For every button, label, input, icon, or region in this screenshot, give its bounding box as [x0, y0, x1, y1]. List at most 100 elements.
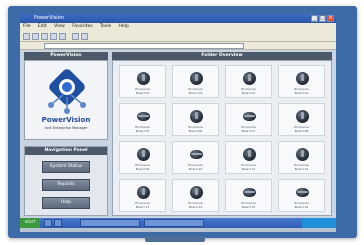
drive-icon — [137, 72, 150, 85]
folder-tile[interactable]: Enclosure Board 09 — [119, 141, 166, 174]
reports-button[interactable]: Reports — [42, 179, 90, 191]
folder-tile-label: Enclosure Board 12 — [279, 163, 324, 171]
window-title: PowerVision — [34, 15, 65, 21]
menu-bar: File Edit View Favorites Tools Help — [20, 23, 336, 31]
quicklaunch-icon[interactable] — [44, 219, 52, 227]
tile-label-line2: Board 11 — [241, 166, 256, 171]
folder-tile[interactable]: Enclosure Board 02 — [172, 65, 219, 98]
tile-label-line2: Board 10 — [188, 166, 203, 171]
menu-view[interactable]: View — [54, 24, 65, 29]
navigation-panel: Navigation Panel System Status Reports H… — [24, 146, 108, 216]
powervision-logo-icon — [48, 69, 86, 114]
folder-tile[interactable]: Enclosure Board 08 — [278, 103, 325, 136]
tile-label-line2: Board 07 — [241, 128, 256, 133]
maximize-icon[interactable]: □ — [319, 15, 326, 22]
screen: PowerVision _ □ × File Edit View Favorit… — [20, 14, 336, 232]
drive-icon — [243, 72, 256, 85]
back-icon[interactable] — [23, 33, 30, 40]
folder-tile[interactable]: Enclosure Board 14 — [172, 179, 219, 212]
folder-tile[interactable]: Enclosure Board 04 — [278, 65, 325, 98]
folder-tile[interactable]: Enclosure Board 16 — [278, 179, 325, 212]
drive-icon — [296, 72, 309, 85]
drive-icon — [137, 112, 150, 121]
taskbar: start — [20, 218, 336, 228]
menu-edit[interactable]: Edit — [38, 24, 47, 29]
drive-icon — [296, 188, 309, 197]
home-icon[interactable] — [59, 33, 66, 40]
folder-tile[interactable]: Enclosure Board 06 — [172, 103, 219, 136]
navigation-header: Navigation Panel — [25, 147, 107, 155]
folder-overview: Enclosure Board 01 Enclosure Board 02 Enclos… — [112, 60, 332, 216]
favorites-icon[interactable] — [81, 33, 88, 40]
taskbar-window-button[interactable] — [80, 219, 140, 227]
folder-tile-label: Enclosure Board 13 — [120, 201, 165, 209]
system-tray — [302, 218, 336, 228]
system-status-button[interactable]: System Status — [42, 161, 90, 173]
folder-tile[interactable]: Enclosure Board 12 — [278, 141, 325, 174]
close-icon[interactable]: × — [327, 15, 334, 22]
folder-tile-label: Enclosure Board 04 — [279, 87, 324, 95]
drive-icon — [243, 112, 256, 121]
drive-icon — [190, 72, 203, 85]
drive-icon — [296, 148, 309, 161]
tile-label-line2: Board 08 — [294, 128, 309, 133]
folder-tile[interactable]: Enclosure Board 05 — [119, 103, 166, 136]
folder-tile[interactable]: Enclosure Board 13 — [119, 179, 166, 212]
folder-tile-label: Enclosure Board 10 — [173, 163, 218, 171]
drive-icon — [137, 148, 150, 161]
drive-icon — [296, 110, 309, 123]
forward-icon[interactable] — [32, 33, 39, 40]
logo-title: PowerVision — [41, 116, 91, 124]
folder-tile[interactable]: Enclosure Board 01 — [119, 65, 166, 98]
folder-tile[interactable]: Enclosure Board 11 — [225, 141, 272, 174]
logo-subtitle: Unit Enterprise Manager — [44, 126, 88, 130]
monitor-stand — [145, 236, 205, 242]
window-titlebar[interactable]: PowerVision _ □ × — [20, 14, 336, 23]
toolbar — [20, 31, 336, 42]
tile-label-line2: Board 05 — [135, 128, 150, 133]
menu-tools[interactable]: Tools — [100, 24, 111, 29]
tile-label-line2: Board 04 — [294, 90, 309, 95]
left-pane: PowerVision PowerVision Unit Enterprise … — [24, 52, 108, 216]
drive-icon — [243, 148, 256, 161]
search-icon[interactable] — [72, 33, 79, 40]
folder-tile[interactable]: Enclosure Board 15 — [225, 179, 272, 212]
menu-file[interactable]: File — [23, 24, 31, 29]
help-button[interactable]: Help — [42, 197, 90, 209]
menu-help[interactable]: Help — [119, 24, 129, 29]
tile-label-line2: Board 03 — [241, 90, 256, 95]
folder-tile-label: Enclosure Board 16 — [279, 201, 324, 209]
folder-tile-label: Enclosure Board 02 — [173, 87, 218, 95]
powervision-header: PowerVision — [24, 52, 108, 60]
tile-label-line2: Board 12 — [294, 166, 309, 171]
taskbar-window-button[interactable] — [144, 219, 204, 227]
folder-tile[interactable]: Enclosure Board 03 — [225, 65, 272, 98]
quicklaunch-icon[interactable] — [54, 219, 62, 227]
tile-label-line2: Board 09 — [135, 166, 150, 171]
drive-icon — [190, 150, 203, 159]
folder-tile-label: Enclosure Board 09 — [120, 163, 165, 171]
menu-favorites[interactable]: Favorites — [72, 24, 92, 29]
start-button[interactable]: start — [20, 218, 40, 228]
folder-tile-label: Enclosure Board 11 — [226, 163, 271, 171]
drive-icon — [137, 186, 150, 199]
status-bar — [20, 228, 336, 232]
folder-tile-label: Enclosure Board 05 — [120, 125, 165, 133]
address-field[interactable] — [44, 43, 244, 49]
tile-label-line2: Board 13 — [135, 204, 150, 209]
stop-icon[interactable] — [41, 33, 48, 40]
folder-tile-label: Enclosure Board 08 — [279, 125, 324, 133]
address-bar — [20, 42, 336, 50]
tile-label-line2: Board 01 — [135, 90, 150, 95]
logo-box: PowerVision Unit Enterprise Manager — [24, 60, 108, 140]
right-pane: Folder Overview Enclosure Board 01 Enclosu… — [112, 52, 332, 216]
drive-icon — [190, 110, 203, 123]
folder-tile[interactable]: Enclosure Board 07 — [225, 103, 272, 136]
folder-overview-header: Folder Overview — [112, 52, 332, 60]
minimize-icon[interactable]: _ — [311, 15, 318, 22]
tile-label-line2: Board 06 — [188, 128, 203, 133]
refresh-icon[interactable] — [50, 33, 57, 40]
folder-tile-label: Enclosure Board 14 — [173, 201, 218, 209]
tile-label-line2: Board 02 — [188, 90, 203, 95]
folder-tile[interactable]: Enclosure Board 10 — [172, 141, 219, 174]
